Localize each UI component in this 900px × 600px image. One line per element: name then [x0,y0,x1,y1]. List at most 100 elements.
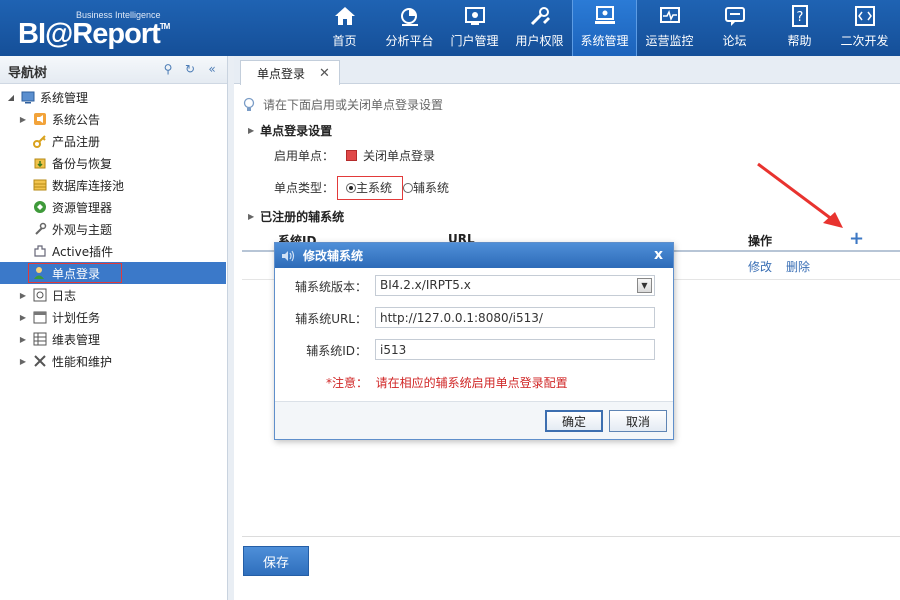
tree-item-active-plugin[interactable]: Active插件 [0,240,226,262]
expand-down-icon[interactable]: ◢ [6,93,16,102]
analysis-icon [400,8,418,26]
save-button[interactable]: 保存 [243,546,309,576]
home-icon [334,7,355,25]
tree-item-announcement[interactable]: ▶ 系统公告 [0,108,226,130]
nav-home[interactable]: 首页 [312,0,377,56]
tree-item-backup-restore[interactable]: 备份与恢复 [0,152,226,174]
status-red-icon [346,150,357,161]
nav-analysis[interactable]: 分析平台 [377,0,442,56]
footer-divider [242,536,900,537]
nav-forum[interactable]: 论坛 [702,0,767,56]
id-label: 辅系统ID： [306,344,367,358]
log-icon [32,287,48,303]
registered-subsystems-section[interactable]: ▶ 已注册的辅系统 [248,208,344,225]
tree-label: 维表管理 [52,332,101,347]
edit-link[interactable]: 修改 [748,258,772,275]
tree-item-sso[interactable]: 单点登录 [0,262,226,284]
version-label: 辅系统版本： [294,280,367,294]
portal-icon [464,7,485,25]
tab-bar: 单点登录 ✕ [234,56,900,85]
lightbulb-icon [243,97,255,111]
tree-label: 系统管理 [40,90,89,105]
svg-text:?: ? [796,10,803,25]
sso-settings-section[interactable]: ▶ 单点登录设置 [248,122,332,139]
dialog-close-icon[interactable]: x [654,247,663,263]
cancel-button[interactable]: 取消 [609,410,667,432]
tree-item-appearance-theme[interactable]: 外观与主题 [0,218,226,240]
nav-label: 分析平台 [385,34,434,48]
tree-label: Active插件 [52,244,114,259]
version-select[interactable]: BI4.2.x/IRPT5.x ▼ [375,275,655,296]
enable-sso-value: 关闭单点登录 [363,149,436,163]
key-icon [32,133,48,149]
radio-sub-system[interactable]: 辅系统 [403,179,449,196]
nav-label: 运营监控 [645,34,694,48]
tree-item-db-pool[interactable]: 数据库连接池 [0,174,226,196]
tab-label: 单点登录 [257,66,306,81]
notice-prefix: *注意： [326,376,369,390]
system-icon [20,89,36,105]
nav-system-management[interactable]: 系统管理 [572,0,637,56]
calendar-icon [32,309,48,325]
nav-portal[interactable]: 门户管理 [442,0,507,56]
logo-main-text: BI@Report [18,18,161,50]
notice-text: *注意： 请在相应的辅系统启用单点登录配置 [326,374,568,391]
expand-right-icon[interactable]: ▶ [18,335,28,344]
chevron-down-icon[interactable]: ▼ [637,278,652,293]
search-icon[interactable]: ⚲ [161,62,175,76]
pulse-icon [659,7,680,23]
tree-label: 日志 [52,288,77,303]
monitor-icon [594,6,615,24]
nav-label: 论坛 [722,34,747,48]
tree-item-resource-manager[interactable]: 资源管理器 [0,196,226,218]
nav-help[interactable]: ? 帮助 [767,0,832,56]
tree-label: 数据库连接池 [52,178,125,193]
nav-label: 帮助 [787,34,812,48]
expand-right-icon[interactable]: ▶ [18,357,28,366]
expand-right-icon[interactable]: ▶ [18,313,28,322]
tree-item-log[interactable]: ▶ 日志 [0,284,226,306]
delete-link[interactable]: 删除 [786,258,810,275]
sidebar-header: 导航树 ⚲ ↻ « [0,56,227,84]
nav-user-permission[interactable]: 用户权限 [507,0,572,56]
tree-item-scheduled-task[interactable]: ▶ 计划任务 [0,306,226,328]
nav-label: 首页 [332,34,357,48]
tree-label: 资源管理器 [52,200,113,215]
tree-item-performance[interactable]: ▶ 性能和维护 [0,350,226,372]
nav-label: 系统管理 [580,34,629,48]
tab-sso[interactable]: 单点登录 ✕ [240,60,340,85]
code-icon [854,6,875,26]
nav-operation-monitor[interactable]: 运营监控 [637,0,702,56]
plugin-icon [32,243,48,259]
id-input[interactable] [375,339,655,360]
url-input[interactable] [375,307,655,328]
close-icon[interactable]: ✕ [319,66,330,81]
tree-label: 外观与主题 [52,222,113,237]
sidebar-title: 导航树 [8,66,48,81]
tools-icon [530,7,550,26]
main-nav: 首页 分析平台 门户管理 用户权限 系统管理 运营监控 论坛 ? 帮助 二次开发 [312,0,897,56]
table-icon [32,331,48,347]
tree-label: 性能和维护 [52,354,113,369]
logo-text: BI@ReportTM [18,18,170,51]
section-arrow-icon: ▶ [248,126,255,135]
refresh-icon[interactable]: ↻ [183,62,197,76]
url-label: 辅系统URL： [295,312,367,326]
database-icon [32,177,48,193]
ok-button[interactable]: 确定 [545,410,603,432]
nav-secondary-dev[interactable]: 二次开发 [832,0,897,56]
tree-item-product-registration[interactable]: 产品注册 [0,130,226,152]
hint-row: 请在下面启用或关闭单点登录设置 [242,96,443,113]
tree-item-system-management[interactable]: ◢ 系统管理 [0,86,226,108]
expand-right-icon[interactable]: ▶ [18,115,28,124]
section-title: 已注册的辅系统 [260,210,345,224]
enable-sso-toggle[interactable]: 关闭单点登录 [346,147,435,164]
tree-item-dimension-table[interactable]: ▶ 维表管理 [0,328,226,350]
hint-text: 请在下面启用或关闭单点登录设置 [263,98,444,112]
tree-label: 备份与恢复 [52,156,113,171]
collapse-icon[interactable]: « [205,62,219,76]
type-highlight-box [337,176,403,200]
expand-right-icon[interactable]: ▶ [18,291,28,300]
notice-message: 请在相应的辅系统启用单点登录配置 [375,376,568,390]
section-arrow-icon: ▶ [248,212,255,221]
